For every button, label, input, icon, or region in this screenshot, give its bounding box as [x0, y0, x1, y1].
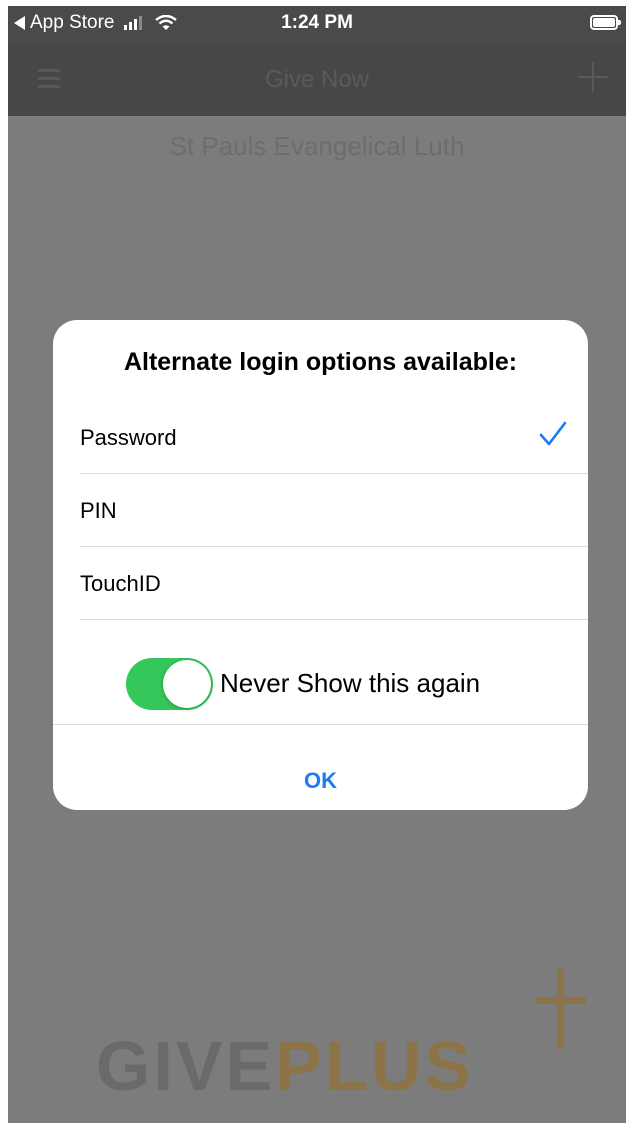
option-pin[interactable]: PIN [80, 474, 588, 547]
page-title: Give Now [264, 66, 370, 93]
plus-icon[interactable] [578, 62, 608, 92]
brand-logo-plus: PLUS [275, 1027, 474, 1105]
never-show-toggle[interactable] [126, 658, 213, 710]
app-screen: App Store 1:24 PM Give Now St Pauls Evan… [8, 6, 626, 1123]
brand-logo-give: GIVE [96, 1027, 276, 1105]
church-name: St Pauls Evangelical Luth [169, 131, 465, 161]
nav-bar: Give Now [8, 42, 626, 116]
login-options-dialog: Alternate login options available: Passw… [53, 320, 588, 810]
brand-cross-icon [536, 969, 586, 1049]
dialog-title: Alternate login options available: [123, 348, 518, 376]
battery-icon [590, 15, 621, 30]
toggle-knob [163, 660, 211, 708]
brand-logo: GIVEPLUS [96, 1026, 474, 1106]
option-label: Password [80, 425, 177, 450]
status-time: 1:24 PM [281, 12, 353, 33]
never-show-row: Never Show this again [53, 620, 588, 725]
never-show-label: Never Show this again [220, 668, 481, 698]
option-touchid[interactable]: TouchID [80, 547, 588, 620]
ok-button[interactable]: OK [53, 725, 588, 810]
option-label: TouchID [80, 571, 161, 596]
status-bar: App Store 1:24 PM [8, 6, 626, 42]
option-label: PIN [80, 498, 117, 523]
checkmark-icon [539, 421, 567, 446]
option-password[interactable]: Password [80, 401, 588, 474]
